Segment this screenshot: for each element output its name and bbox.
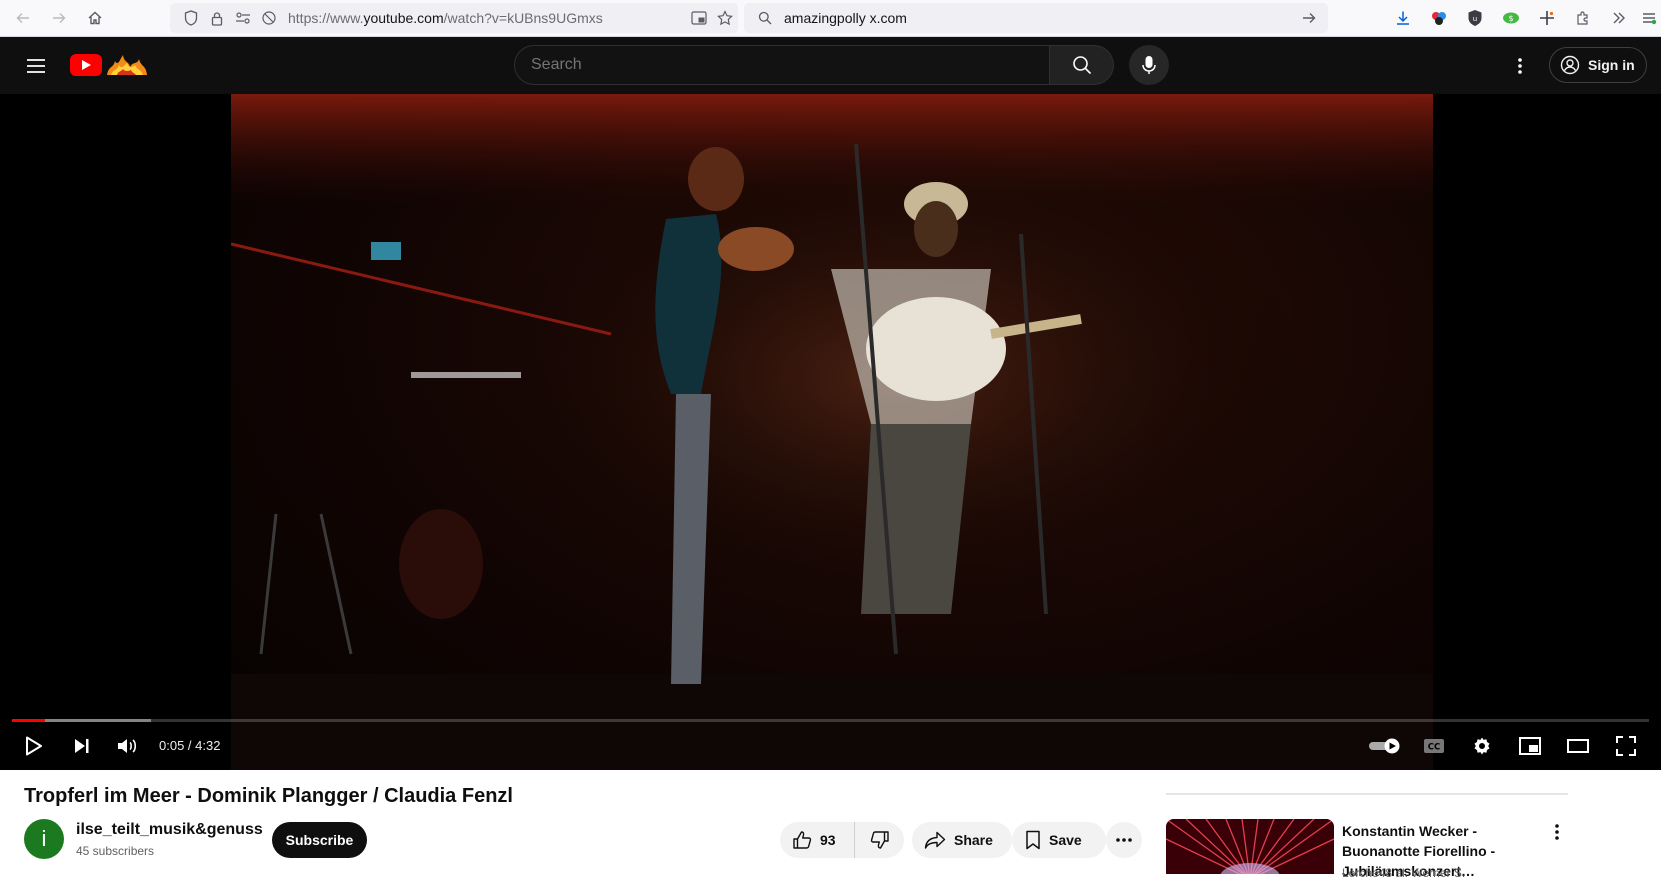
gear-icon (1474, 737, 1490, 755)
url-bar[interactable]: https://www.youtube.com/watch?v=kUBns9UG… (170, 3, 738, 33)
recommended-video-thumbnail[interactable] (1166, 819, 1334, 874)
play-icon (26, 736, 42, 756)
theater-icon (1567, 739, 1589, 753)
settings-more-icon[interactable] (1504, 51, 1536, 81)
sign-in-label: Sign in (1588, 57, 1635, 73)
green-extension-icon[interactable]: $ (1493, 3, 1529, 33)
forward-icon[interactable] (42, 3, 76, 33)
more-horizontal-icon (1116, 838, 1132, 842)
share-label: Share (954, 832, 993, 848)
progress-played (12, 719, 45, 722)
current-time: 0:05 (159, 738, 185, 753)
back-icon[interactable] (6, 3, 40, 33)
containers-extension-icon[interactable] (1421, 3, 1457, 33)
miniplayer-icon (1519, 737, 1541, 755)
video-frame[interactable] (231, 94, 1433, 770)
youtube-search-box[interactable] (514, 45, 1050, 85)
search-icon (752, 7, 778, 29)
svg-text:$: $ (1508, 14, 1513, 23)
browser-search-text[interactable]: amazingpolly x.com (784, 10, 1296, 26)
svg-text:CC: CC (1428, 743, 1440, 753)
go-arrow-icon[interactable] (1296, 7, 1322, 29)
svg-text:u: u (1473, 15, 1477, 23)
account-circle-icon (1560, 55, 1580, 75)
youtube-search-button[interactable] (1050, 45, 1114, 85)
browser-toolbar: https://www.youtube.com/watch?v=kUBns9UG… (0, 0, 1661, 37)
lock-icon[interactable] (204, 7, 230, 29)
channel-avatar[interactable]: i (24, 819, 64, 859)
url-text[interactable]: https://www.youtube.com/watch?v=kUBns9UG… (288, 10, 686, 26)
dislike-button[interactable] (855, 822, 904, 858)
bookmark-icon (1026, 830, 1040, 850)
permissions-icon[interactable] (230, 7, 256, 29)
microphone-icon (1142, 56, 1156, 74)
doodle-flame-icon (107, 55, 147, 75)
bookmark-star-icon[interactable] (712, 7, 738, 29)
video-player[interactable]: 0:05 / 4:32 CC (0, 94, 1661, 770)
youtube-play-logo-icon (70, 54, 102, 76)
voice-search-button[interactable] (1129, 45, 1169, 85)
downloads-icon[interactable] (1385, 3, 1421, 33)
autoplay-toggle-icon (1369, 738, 1400, 754)
autoplay-toggle[interactable] (1366, 728, 1406, 764)
sidebar-divider (1166, 793, 1568, 795)
miniplayer-button[interactable] (1512, 728, 1548, 764)
time-display: 0:05 / 4:32 (159, 738, 221, 753)
youtube-search-input[interactable] (531, 56, 1049, 74)
fullscreen-icon (1616, 736, 1636, 756)
next-button[interactable] (64, 728, 100, 764)
youtube-masthead: Sign in (0, 37, 1661, 94)
play-button[interactable] (16, 728, 52, 764)
volume-icon (118, 739, 137, 753)
more-actions-button[interactable] (1106, 822, 1142, 858)
subscriber-count: 45 subscribers (76, 844, 155, 858)
theater-mode-button[interactable] (1560, 728, 1596, 764)
channel-name[interactable]: ilse_teilt_musik&genuss (76, 821, 263, 839)
browser-toolbar-right: u $ (1385, 3, 1661, 33)
recommended-more-icon[interactable] (1545, 820, 1569, 844)
search-icon (1072, 56, 1091, 75)
extensions-puzzle-icon[interactable] (1565, 3, 1601, 33)
autoplay-blocked-icon[interactable] (256, 7, 282, 29)
video-title: Tropferl im Meer - Dominik Plangger / Cl… (24, 785, 513, 807)
save-label: Save (1049, 832, 1082, 848)
mute-button[interactable] (110, 728, 146, 764)
settings-button[interactable] (1464, 728, 1500, 764)
subscribe-button[interactable]: Subscribe (272, 822, 367, 858)
player-controls: 0:05 / 4:32 CC (0, 728, 1661, 768)
home-icon[interactable] (78, 3, 112, 33)
share-button[interactable]: Share (912, 822, 1012, 858)
browser-search-bar[interactable]: amazingpolly x.com (744, 3, 1328, 33)
save-button[interactable]: Save (1012, 822, 1106, 858)
ublock-shield-icon[interactable]: u (1457, 3, 1493, 33)
overflow-chevrons-icon[interactable] (1601, 3, 1637, 33)
recommended-video-channel[interactable]: Lerche48 al. Werner S. (1342, 866, 1465, 880)
sparkle-extension-icon[interactable] (1529, 3, 1565, 33)
like-dislike-group: 93 (780, 822, 904, 858)
shield-icon[interactable] (178, 7, 204, 29)
progress-bar[interactable] (12, 719, 1649, 722)
thumbs-up-icon (793, 831, 812, 849)
next-icon (75, 739, 89, 753)
recommended-thumbnail-image (1166, 819, 1334, 874)
guide-menu-icon[interactable] (20, 51, 52, 81)
youtube-logo[interactable] (70, 53, 149, 77)
like-button[interactable]: 93 (780, 822, 855, 858)
concert-stage-image (231, 94, 1433, 770)
sign-in-button[interactable]: Sign in (1549, 47, 1647, 83)
fullscreen-button[interactable] (1608, 728, 1644, 764)
app-menu-icon[interactable] (1637, 3, 1661, 33)
subtitles-button[interactable]: CC (1416, 728, 1452, 764)
total-time: 4:32 (195, 738, 221, 753)
share-arrow-icon (924, 831, 946, 849)
picture-in-picture-icon[interactable] (686, 7, 712, 29)
like-count: 93 (820, 832, 836, 848)
closed-captions-icon: CC (1424, 739, 1444, 753)
thumbs-down-icon (870, 831, 889, 849)
